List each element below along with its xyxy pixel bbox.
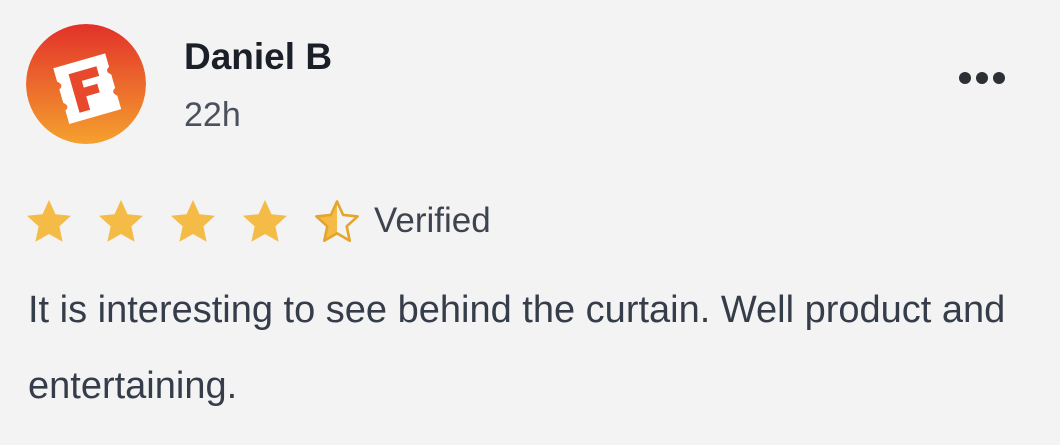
review-timestamp: 22h (184, 96, 241, 134)
reviewer-name: Daniel B (184, 36, 333, 77)
star-full-icon (243, 200, 287, 242)
star-full-icon (99, 200, 143, 242)
more-options-icon (959, 72, 971, 84)
star-half-icon (315, 200, 359, 243)
review-card: Daniel B 22h Verified It is interesting … (0, 0, 1060, 445)
fandango-logo-icon (26, 24, 146, 144)
verified-label: Verified (374, 200, 491, 240)
reviewer-avatar (26, 24, 146, 144)
star-full-icon (171, 200, 215, 242)
review-text: It is interesting to see behind the curt… (28, 289, 1006, 407)
more-options-button[interactable] (950, 62, 1014, 94)
more-options-dot (976, 72, 988, 84)
star-full-icon (27, 200, 71, 242)
more-options-dot (993, 72, 1005, 84)
rating-row: Verified (24, 196, 491, 248)
